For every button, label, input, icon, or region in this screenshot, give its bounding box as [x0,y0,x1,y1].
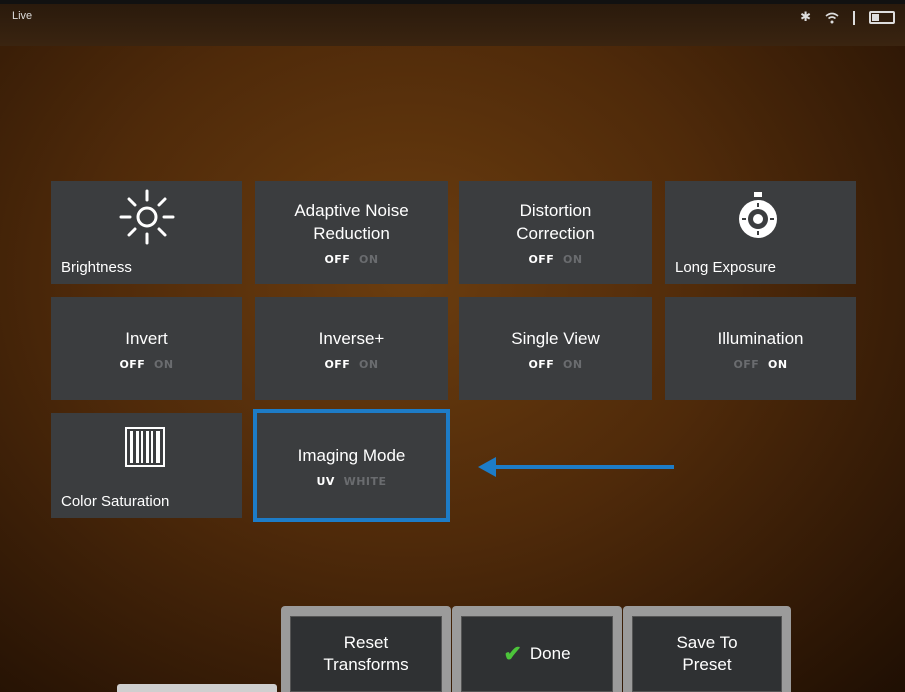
done-button[interactable]: ✔ Done [461,616,613,692]
illumination-toggle[interactable]: OFF ON [733,358,787,371]
tile-distortion-correction[interactable]: Distortion Correction OFF ON [459,181,652,284]
tile-color-saturation[interactable]: Color Saturation [51,413,242,518]
illumination-title: Illumination [717,328,804,348]
annotation-arrow-head [478,457,496,477]
tile-invert[interactable]: Invert OFF ON [51,297,242,400]
status-icons: ✱ [800,10,895,25]
long-exposure-label: Long Exposure [675,259,776,276]
status-separator [853,10,855,25]
stopwatch-icon [739,192,777,238]
status-bar: Live ✱ [0,0,905,46]
tile-inverse-plus[interactable]: Inverse+ OFF ON [255,297,448,400]
adaptive-noise-toggle[interactable]: OFF ON [324,253,378,266]
invert-title: Invert [125,328,168,348]
annotation-arrow-line [492,465,674,469]
adaptive-noise-title: Adaptive Noise Reduction [294,201,409,243]
inverse-plus-title: Inverse+ [318,328,385,348]
reset-transforms-button[interactable]: Reset Transforms [290,616,442,692]
bottom-left-tab[interactable] [117,684,277,692]
distortion-toggle[interactable]: OFF ON [528,253,582,266]
inverse-plus-toggle[interactable]: OFF ON [324,358,378,371]
battery-icon [869,11,895,24]
bluetooth-icon: ✱ [800,10,811,25]
tile-brightness[interactable]: Brightness [51,181,242,284]
invert-toggle[interactable]: OFF ON [119,358,173,371]
checkmark-icon: ✔ [503,641,522,666]
single-view-title: Single View [511,328,600,348]
tile-long-exposure[interactable]: Long Exposure [665,181,856,284]
tile-single-view[interactable]: Single View OFF ON [459,297,652,400]
distortion-title: Distortion Correction [516,201,595,243]
tile-adaptive-noise-reduction[interactable]: Adaptive Noise Reduction OFF ON [255,181,448,284]
wifi-icon [825,12,839,23]
tile-illumination[interactable]: Illumination OFF ON [665,297,856,400]
color-saturation-label: Color Saturation [61,493,170,510]
save-to-preset-button[interactable]: Save To Preset [632,616,782,692]
status-title: Live [12,10,33,22]
single-view-toggle[interactable]: OFF ON [528,358,582,371]
brightness-label: Brightness [61,259,132,276]
brightness-icon [119,189,175,245]
color-bars-icon [125,427,165,467]
imaging-mode-highlight-box [253,409,450,522]
